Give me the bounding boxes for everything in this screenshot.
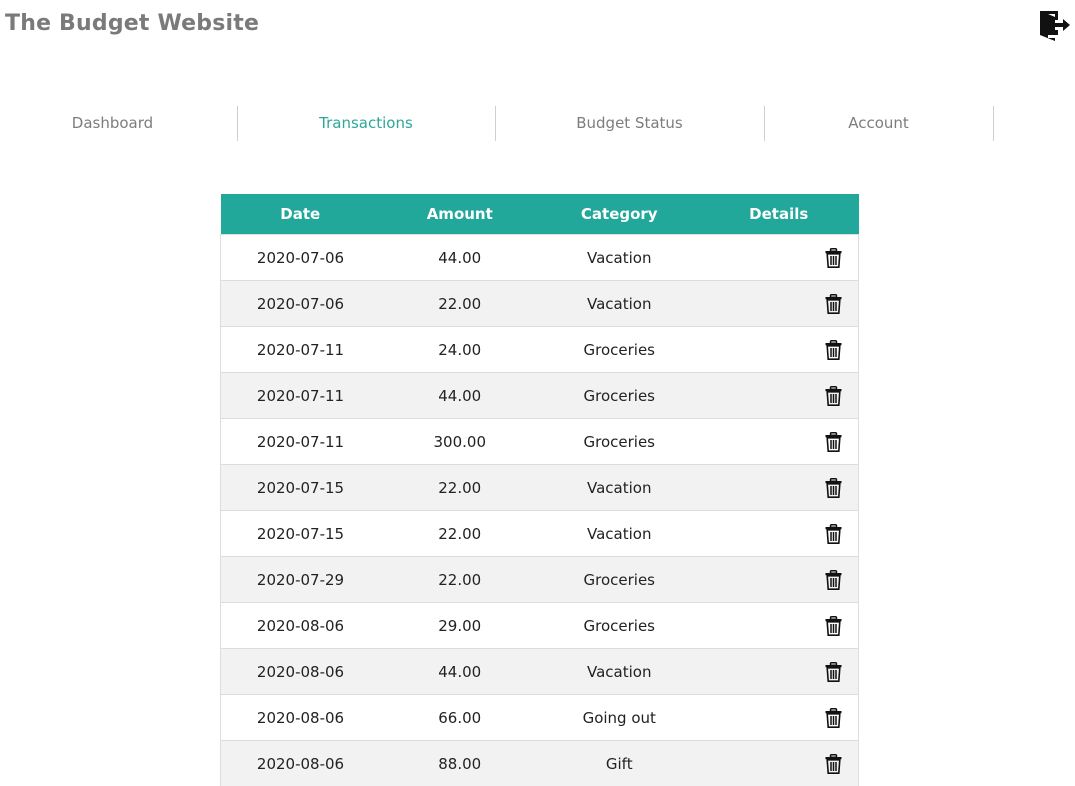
cell-details: [699, 281, 859, 327]
table-row: 2020-07-1144.00Groceries: [221, 373, 859, 419]
cell-category: Groceries: [540, 603, 700, 649]
cell-amount: 300.00: [380, 419, 540, 465]
trash-icon[interactable]: [825, 708, 842, 728]
column-header-category: Category: [540, 194, 700, 235]
transactions-table-container: Date Amount Category Details 2020-07-064…: [220, 194, 859, 786]
cell-details: [699, 511, 859, 557]
trash-icon[interactable]: [825, 524, 842, 544]
cell-amount: 44.00: [380, 373, 540, 419]
trash-icon[interactable]: [825, 248, 842, 268]
cell-date: 2020-07-29: [221, 557, 381, 603]
cell-amount: 66.00: [380, 695, 540, 741]
trash-icon[interactable]: [825, 340, 842, 360]
column-header-amount: Amount: [380, 194, 540, 235]
trash-icon[interactable]: [825, 570, 842, 590]
cell-category: Vacation: [540, 281, 700, 327]
cell-date: 2020-07-11: [221, 327, 381, 373]
cell-category: Groceries: [540, 557, 700, 603]
cell-category: Groceries: [540, 419, 700, 465]
table-row: 2020-07-0644.00Vacation: [221, 235, 859, 281]
cell-details: [699, 465, 859, 511]
main-nav: Dashboard Transactions Budget Status Acc…: [0, 106, 1075, 141]
cell-category: Going out: [540, 695, 700, 741]
trash-icon[interactable]: [825, 478, 842, 498]
trash-icon[interactable]: [825, 386, 842, 406]
cell-date: 2020-08-06: [221, 649, 381, 695]
nav-budget-status[interactable]: Budget Status: [496, 106, 763, 141]
logout-button[interactable]: [1038, 8, 1072, 42]
cell-category: Groceries: [540, 373, 700, 419]
cell-category: Vacation: [540, 235, 700, 281]
cell-category: Groceries: [540, 327, 700, 373]
logout-door-icon: [1038, 8, 1072, 42]
cell-amount: 24.00: [380, 327, 540, 373]
table-row: 2020-08-0644.00Vacation: [221, 649, 859, 695]
table-row: 2020-07-1124.00Groceries: [221, 327, 859, 373]
transactions-table: Date Amount Category Details 2020-07-064…: [220, 194, 859, 786]
cell-amount: 88.00: [380, 741, 540, 786]
cell-date: 2020-07-15: [221, 465, 381, 511]
cell-details: [699, 373, 859, 419]
cell-date: 2020-07-06: [221, 235, 381, 281]
cell-amount: 44.00: [380, 235, 540, 281]
cell-details: [699, 327, 859, 373]
cell-amount: 29.00: [380, 603, 540, 649]
table-row: 2020-07-1522.00Vacation: [221, 465, 859, 511]
table-header-row: Date Amount Category Details: [221, 194, 859, 235]
trash-icon[interactable]: [825, 662, 842, 682]
cell-details: [699, 419, 859, 465]
trash-icon[interactable]: [825, 294, 842, 314]
app-title: The Budget Website: [5, 11, 259, 36]
cell-amount: 22.00: [380, 557, 540, 603]
cell-date: 2020-08-06: [221, 603, 381, 649]
nav-transactions[interactable]: Transactions: [238, 106, 494, 141]
table-row: 2020-07-2922.00Groceries: [221, 557, 859, 603]
table-row: 2020-07-1522.00Vacation: [221, 511, 859, 557]
column-header-date: Date: [221, 194, 381, 235]
cell-amount: 44.00: [380, 649, 540, 695]
cell-date: 2020-08-06: [221, 695, 381, 741]
cell-details: [699, 695, 859, 741]
nav-divider: [993, 106, 994, 141]
cell-date: 2020-08-06: [221, 741, 381, 786]
cell-details: [699, 557, 859, 603]
cell-details: [699, 603, 859, 649]
cell-date: 2020-07-11: [221, 373, 381, 419]
cell-category: Vacation: [540, 649, 700, 695]
cell-date: 2020-07-15: [221, 511, 381, 557]
cell-amount: 22.00: [380, 281, 540, 327]
cell-details: [699, 235, 859, 281]
table-row: 2020-08-0666.00Going out: [221, 695, 859, 741]
nav-dashboard[interactable]: Dashboard: [0, 106, 225, 141]
cell-amount: 22.00: [380, 465, 540, 511]
trash-icon[interactable]: [825, 616, 842, 636]
table-row: 2020-07-11300.00Groceries: [221, 419, 859, 465]
cell-category: Vacation: [540, 465, 700, 511]
column-header-details: Details: [699, 194, 859, 235]
nav-account[interactable]: Account: [765, 106, 992, 141]
cell-category: Gift: [540, 741, 700, 786]
cell-details: [699, 649, 859, 695]
cell-amount: 22.00: [380, 511, 540, 557]
trash-icon[interactable]: [825, 754, 842, 774]
cell-details: [699, 741, 859, 786]
cell-date: 2020-07-06: [221, 281, 381, 327]
table-row: 2020-08-0629.00Groceries: [221, 603, 859, 649]
transactions-table-body: 2020-07-0644.00Vacation2020-07-0622.00Va…: [221, 235, 859, 786]
cell-category: Vacation: [540, 511, 700, 557]
trash-icon[interactable]: [825, 432, 842, 452]
table-row: 2020-08-0688.00Gift: [221, 741, 859, 786]
table-row: 2020-07-0622.00Vacation: [221, 281, 859, 327]
cell-date: 2020-07-11: [221, 419, 381, 465]
